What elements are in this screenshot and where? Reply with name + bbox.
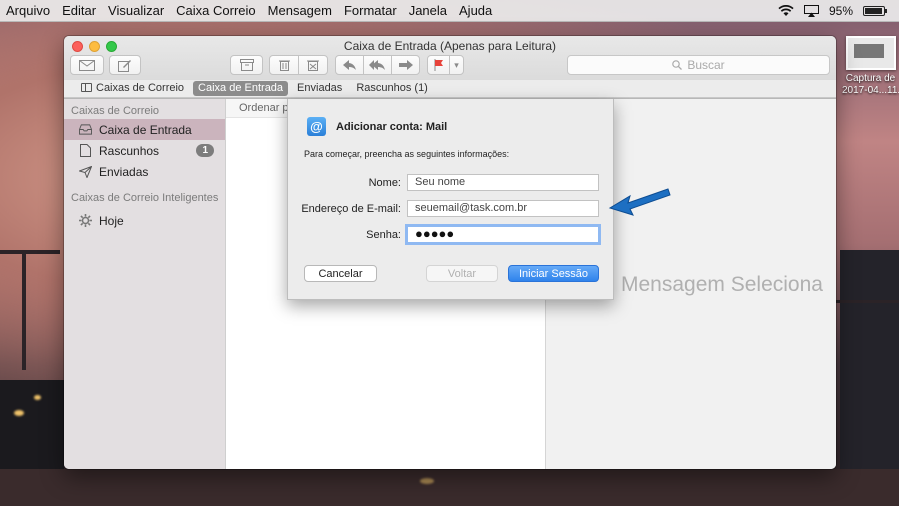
menu-editar[interactable]: Editar <box>56 0 102 21</box>
mail-at-icon: @ <box>307 117 326 136</box>
favorites-drafts[interactable]: Rascunhos (1) <box>351 81 433 96</box>
wifi-icon[interactable] <box>778 4 794 17</box>
search-placeholder: Buscar <box>687 58 725 72</box>
cancel-button[interactable]: Cancelar <box>304 265 377 282</box>
sidebar-section-smart: Caixas de Correio Inteligentes <box>71 192 219 204</box>
crane-silhouette <box>0 250 60 254</box>
password-label: Senha: <box>366 229 401 241</box>
favorites-mailboxes[interactable]: Caixas de Correio <box>76 81 189 96</box>
annotation-arrow-icon <box>608 188 671 216</box>
sidebar-item-inbox[interactable]: Caixa de Entrada <box>64 119 225 140</box>
file-thumbnail-icon <box>845 36 896 70</box>
compose-icon <box>118 59 131 72</box>
light-glow <box>14 410 24 416</box>
email-field[interactable]: seuemail@task.com.br <box>407 200 599 217</box>
menu-caixa-correio[interactable]: Caixa Correio <box>170 0 261 21</box>
paper-plane-icon <box>79 165 92 178</box>
reply-button[interactable] <box>335 55 364 75</box>
sidebar-item-sent[interactable]: Enviadas <box>64 161 225 182</box>
junk-icon <box>307 60 319 71</box>
dialog-description: Para começar, preencha as seguintes info… <box>304 149 510 159</box>
sidebar-item-drafts[interactable]: Rascunhos 1 <box>64 140 225 161</box>
window-title: Caixa de Entrada (Apenas para Leitura) <box>343 39 557 53</box>
desktop-file-label: Captura de <box>845 73 896 84</box>
gear-icon <box>79 214 92 227</box>
battery-icon[interactable] <box>863 5 887 16</box>
favorites-bar: Caixas de Correio Caixa de Entrada Envia… <box>64 80 836 98</box>
trash-icon <box>278 60 290 71</box>
flag-button[interactable] <box>427 55 450 75</box>
light-glow <box>34 395 41 400</box>
favorites-mailboxes-label: Caixas de Correio <box>96 82 185 94</box>
menu-janela[interactable]: Janela <box>403 0 453 21</box>
airplay-icon[interactable] <box>803 4 819 17</box>
back-button[interactable]: Voltar <box>426 265 498 282</box>
sidebar-section-mailboxes: Caixas de Correio <box>71 105 160 117</box>
menu-arquivo[interactable]: Arquivo <box>0 0 56 21</box>
reply-all-icon <box>369 60 385 70</box>
light-glow <box>420 478 434 484</box>
get-mail-button[interactable] <box>70 55 104 75</box>
envelope-icon <box>79 59 95 71</box>
favorites-sent[interactable]: Enviadas <box>292 81 347 96</box>
ground-silhouette <box>0 469 899 506</box>
sidebar-item-label: Rascunhos <box>99 143 160 158</box>
sidebar-item-label: Caixa de Entrada <box>99 122 192 137</box>
mailbox-sidebar: Caixas de Correio Caixa de Entrada Rascu… <box>64 99 226 469</box>
compose-button[interactable] <box>109 55 141 75</box>
email-label: Endereço de E-mail: <box>301 203 401 215</box>
menu-visualizar[interactable]: Visualizar <box>102 0 170 21</box>
add-account-dialog: @ Adicionar conta: Mail Para começar, pr… <box>287 99 614 300</box>
crane-silhouette <box>836 300 899 303</box>
flag-menu-button[interactable]: ▾ <box>449 55 464 75</box>
chevron-down-icon: ▾ <box>454 59 459 70</box>
desktop-file-date: 2017-04...11. <box>842 85 899 96</box>
sidebar-toggle-icon <box>81 83 92 92</box>
reply-icon <box>342 60 356 70</box>
forward-icon <box>398 60 413 70</box>
archive-button[interactable] <box>230 55 263 75</box>
drafts-count-badge: 1 <box>196 144 214 157</box>
name-field[interactable]: Seu nome <box>407 174 599 191</box>
crane-silhouette <box>22 250 26 370</box>
menu-formatar[interactable]: Formatar <box>338 0 403 21</box>
flag-icon <box>434 59 443 71</box>
no-message-selected-text: Mensagem Seleciona <box>621 273 823 296</box>
menu-bar: Arquivo Editar Visualizar Caixa Correio … <box>0 0 899 22</box>
search-field[interactable]: Buscar <box>567 55 830 75</box>
junk-button[interactable] <box>298 55 328 75</box>
inbox-icon <box>79 124 92 135</box>
reply-all-button[interactable] <box>363 55 392 75</box>
menu-mensagem[interactable]: Mensagem <box>262 0 338 21</box>
menu-ajuda[interactable]: Ajuda <box>453 0 498 21</box>
forward-button[interactable] <box>391 55 420 75</box>
name-label: Nome: <box>368 177 401 189</box>
desktop-file-screenshot[interactable]: Captura de 2017-04...11. <box>842 36 899 97</box>
archive-icon <box>239 59 254 71</box>
sidebar-item-label: Enviadas <box>99 164 149 179</box>
sidebar-item-label: Hoje <box>99 213 124 228</box>
search-icon <box>672 60 683 70</box>
document-icon <box>79 144 92 157</box>
building-silhouette <box>840 250 899 506</box>
sidebar-item-today[interactable]: Hoje <box>64 210 225 231</box>
password-field[interactable]: ●●●●● <box>405 224 601 245</box>
delete-button[interactable] <box>269 55 299 75</box>
dialog-title: Adicionar conta: Mail <box>336 121 448 133</box>
battery-percent: 95% <box>828 3 853 18</box>
sign-in-button[interactable]: Iniciar Sessão <box>508 265 599 282</box>
favorites-inbox[interactable]: Caixa de Entrada <box>193 81 289 96</box>
